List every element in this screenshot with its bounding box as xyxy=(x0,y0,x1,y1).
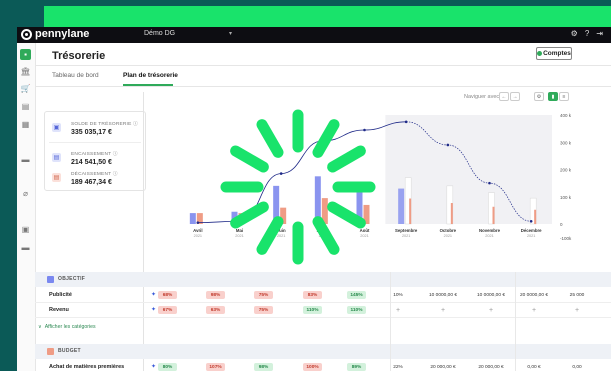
spinner-spoke xyxy=(312,119,340,158)
spinner-spoke xyxy=(327,145,366,173)
spinner-spoke xyxy=(256,119,284,158)
spinner-spoke xyxy=(256,216,284,255)
spinner-spoke xyxy=(230,145,269,173)
spinner-spoke xyxy=(312,216,340,255)
loading-spinner-icon xyxy=(220,109,376,265)
spinner-spoke xyxy=(327,201,366,229)
spinner-spoke xyxy=(230,201,269,229)
